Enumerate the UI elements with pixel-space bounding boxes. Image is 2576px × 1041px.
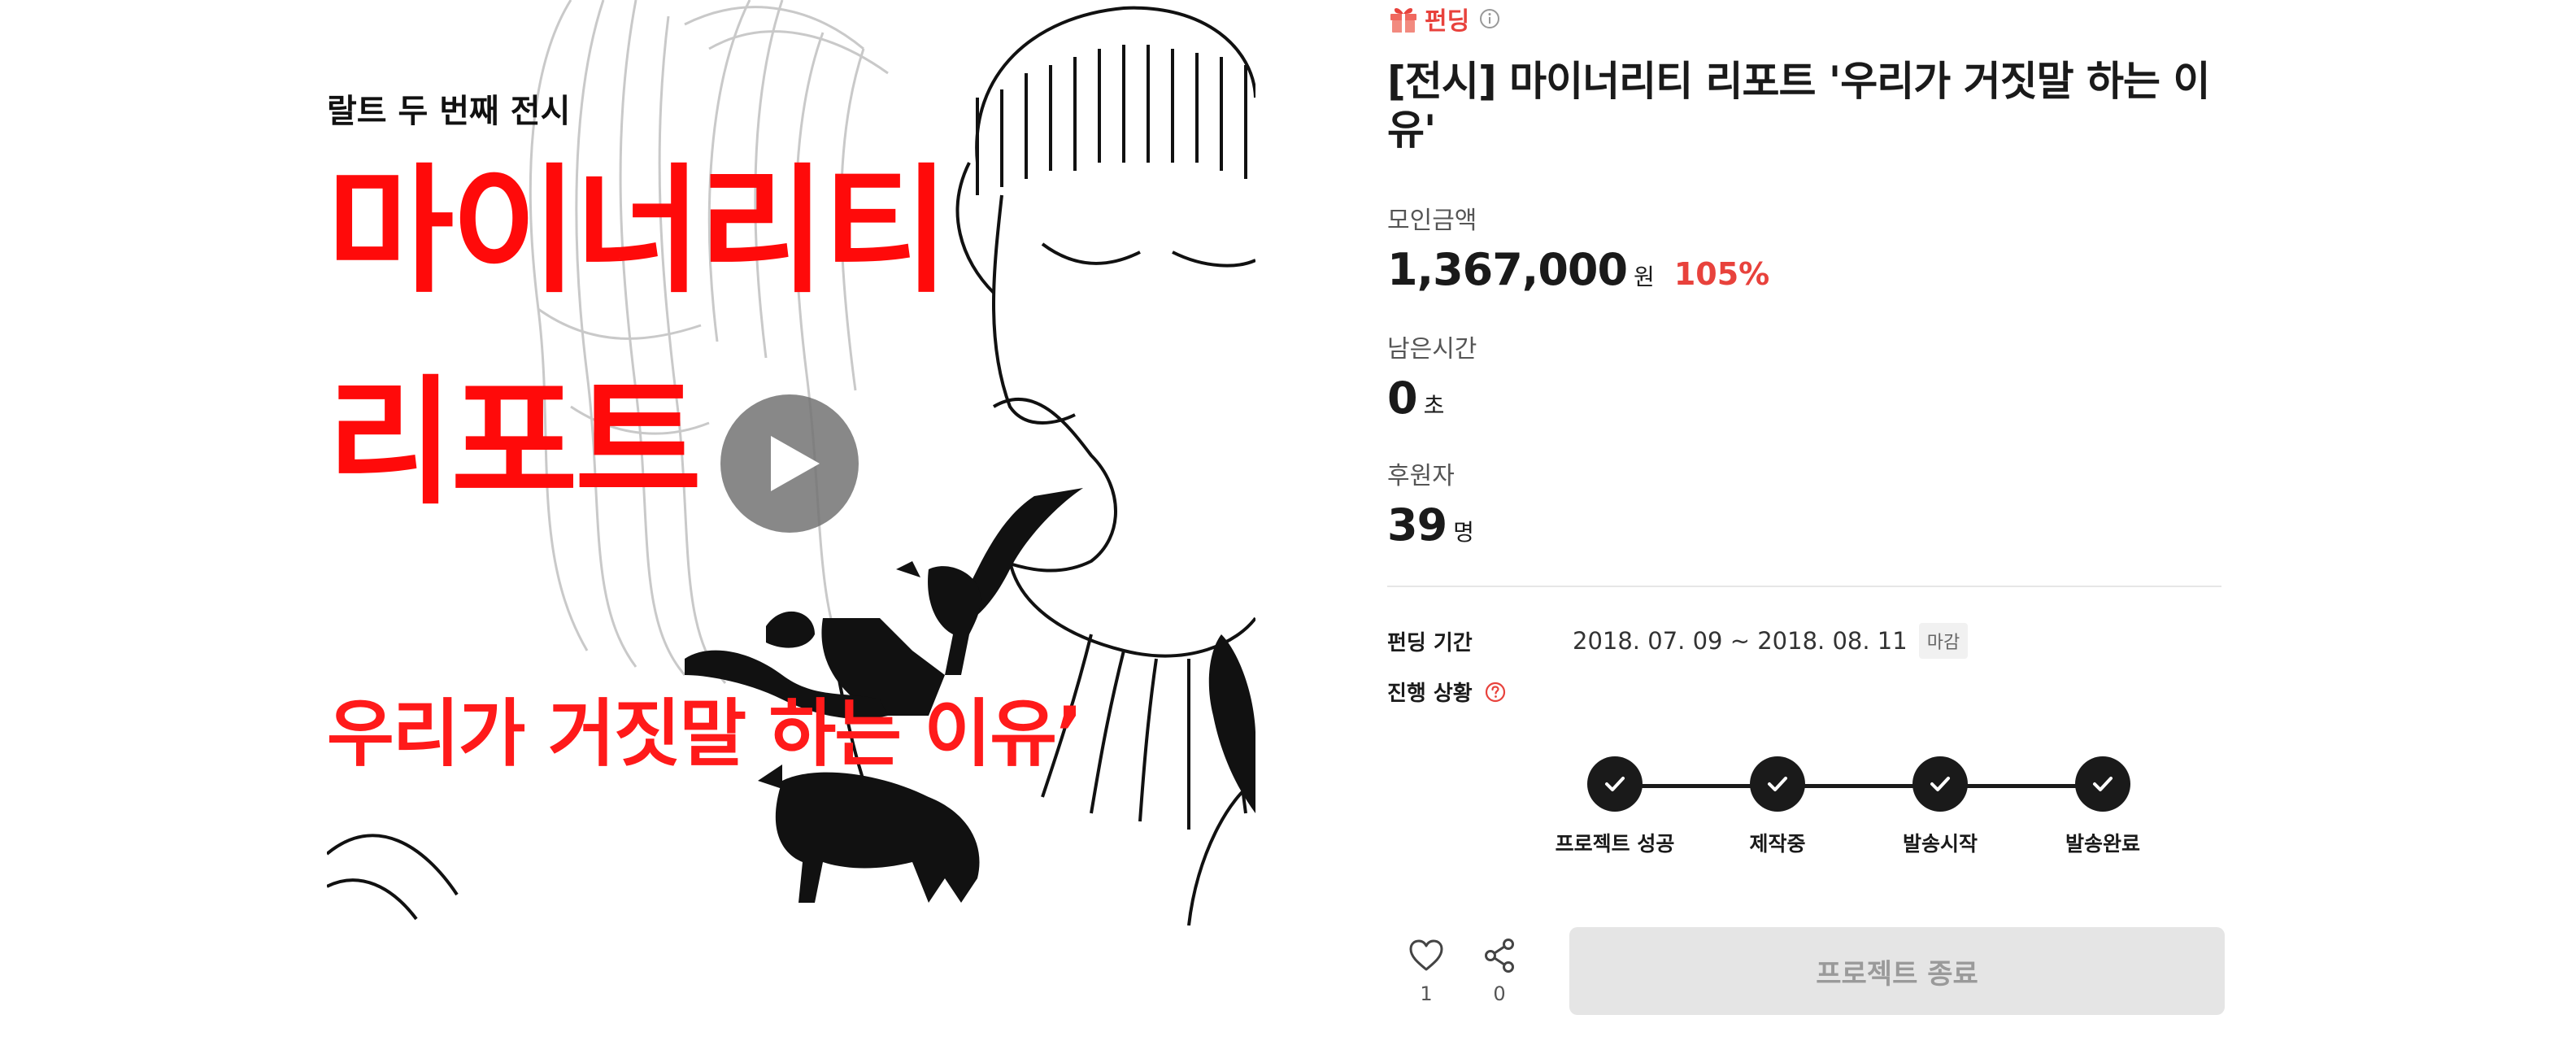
step-check-circle [1587,756,1643,812]
help-icon[interactable] [1484,681,1507,703]
step-label: 발송시작 [1902,832,1978,856]
like-button[interactable]: 1 [1394,935,1459,1005]
project-video[interactable]: 랄트 두 번째 전시 마이너리티 리포트 우리가 거짓말 하는 이유’ [327,0,1255,926]
check-icon [2093,777,2113,791]
step-label: 프로젝트 성공 [1555,832,1675,856]
backers-label: 후원자 [1387,462,1455,490]
divider [1387,586,2221,587]
funding-period-label: 펀딩 기간 [1387,630,1473,656]
step-check-circle [1750,756,1805,812]
check-icon [1768,777,1787,791]
poster-subtitle: 랄트 두 번째 전시 [327,93,571,130]
play-button[interactable] [720,394,859,533]
raised-unit: 원 [1634,264,1655,290]
play-icon [771,436,820,491]
heart-icon [1409,939,1443,971]
time-left-unit: 초 [1423,392,1445,419]
share-count: 0 [1493,982,1506,1005]
funding-period-row: 펀딩 기간 2018. 07. 09 ~ 2018. 08. 11 마감 [1387,623,1969,659]
check-icon [1930,777,1950,791]
closed-badge: 마감 [1918,623,1969,659]
step-label: 제작중 [1749,832,1806,856]
progress-steps: 프로젝트 성공 제작중 발송시작 발송완료 [1534,756,2152,862]
category-row: 펀딩 [1387,0,1500,37]
progress-status-row: 진행 상황 [1387,677,1507,707]
step-check-circle [1912,756,1968,812]
backers-value: 39 [1387,499,1447,551]
funding-period-value: 2018. 07. 09 ~ 2018. 08. 11 [1573,627,1908,655]
project-info-panel: 펀딩 [전시] 마이너리티 리포트 '우리가 거짓말 하는 이유' 모인금액 1… [1387,0,2225,1041]
step-project-success: 프로젝트 성공 [1534,756,1696,857]
raised-label: 모인금액 [1387,207,1477,235]
category-label[interactable]: 펀딩 [1425,1,1469,37]
action-bar: 1 0 프로젝트 종료 [1387,927,2225,1017]
project-title: [전시] 마이너리티 리포트 '우리가 거짓말 하는 이유' [1387,58,2210,154]
like-count: 1 [1420,982,1433,1005]
share-button[interactable]: 0 [1467,935,1532,1005]
step-check-circle [2075,756,2130,812]
poster-title-line2: 리포트 [327,363,702,524]
time-left-value: 0 [1387,372,1418,424]
info-icon[interactable] [1479,8,1500,29]
time-left-stat: 남은시간 0 초 [1387,329,1477,424]
step-label: 발송완료 [2065,832,2140,856]
poster-tagline: 우리가 거짓말 하는 이유’ [327,691,1083,777]
progress-status-label: 진행 상황 [1387,682,1473,706]
poster-title-line1: 마이너리티 [327,151,950,312]
gift-icon [1390,8,1416,33]
raised-percent: 105% [1673,256,1770,292]
backers-stat: 후원자 39 명 [1387,455,1474,551]
check-icon [1605,777,1625,791]
step-shipping-started: 발송시작 [1859,756,2021,857]
step-shipping-complete: 발송완료 [2021,756,2184,857]
time-left-label: 남은시간 [1387,335,1477,364]
share-icon [1485,939,1514,973]
raised-amount-stat: 모인금액 1,367,000 원 105% [1387,200,1769,295]
backers-unit: 명 [1453,519,1474,546]
project-ended-button[interactable]: 프로젝트 종료 [1569,927,2225,1015]
raised-value: 1,367,000 [1387,244,1628,295]
step-in-production: 제작중 [1696,756,1859,857]
